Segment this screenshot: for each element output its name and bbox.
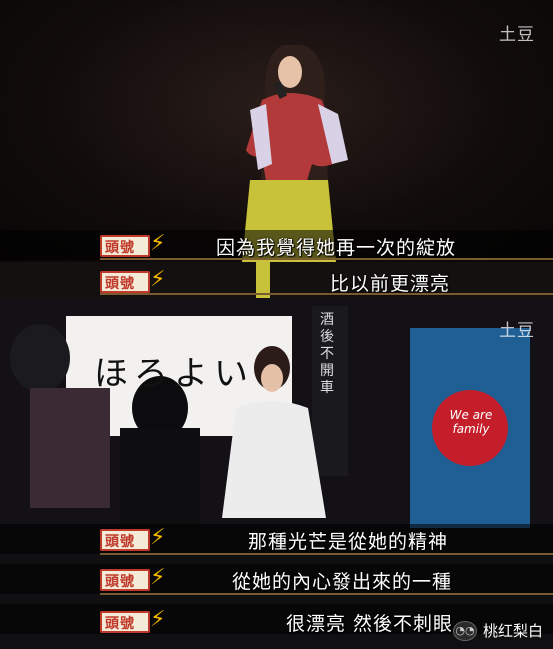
top-frame: 土豆 頭號 ⚡ 因為我覺得她再一次的綻放 (0, 0, 553, 262)
stage-scene (0, 298, 553, 649)
toutiao-logo: 頭號 ⚡ (100, 231, 165, 259)
strip-frame: 頭號 ⚡ 比以前更漂亮 (0, 262, 553, 298)
subtitle-underline (100, 553, 553, 555)
subtitle-line: 從她的內心發出來的一種 (232, 571, 453, 593)
circle-text: We are family (449, 408, 493, 436)
subtitle-underline (100, 258, 553, 260)
subtitle-line: 那種光芒是從她的精神 (248, 531, 449, 553)
bottom-frame: 土豆 ほろよい 酒後不開車 We are family 頭號 ⚡ 那種光芒是從她的… (0, 298, 553, 649)
tudou-watermark: 土豆 (499, 321, 535, 341)
toutiao-logo: 頭號 ⚡ (100, 607, 165, 635)
brand-badge: ◔◔ 桃红梨白 (452, 620, 543, 641)
toutiao-logo: 頭號 ⚡ (100, 267, 165, 295)
subtitle-underline (100, 293, 553, 295)
banner-text: ほろよい (94, 354, 254, 394)
subtitle-underline (100, 593, 553, 595)
subtitle-line: 很漂亮 然後不刺眼 (286, 613, 454, 635)
subtitle-line: 比以前更漂亮 (330, 273, 451, 295)
wechat-icon: ◔◔ (452, 620, 477, 641)
singer-figure (242, 45, 348, 262)
brand-label: 桃红梨白 (482, 622, 543, 640)
toutiao-logo: 頭號 ⚡ (100, 525, 165, 553)
toutiao-logo: 頭號 ⚡ (100, 565, 165, 593)
sign-text: 酒後不開車 (320, 312, 334, 396)
subtitle-line: 因為我覺得她再一次的綻放 (216, 237, 457, 259)
